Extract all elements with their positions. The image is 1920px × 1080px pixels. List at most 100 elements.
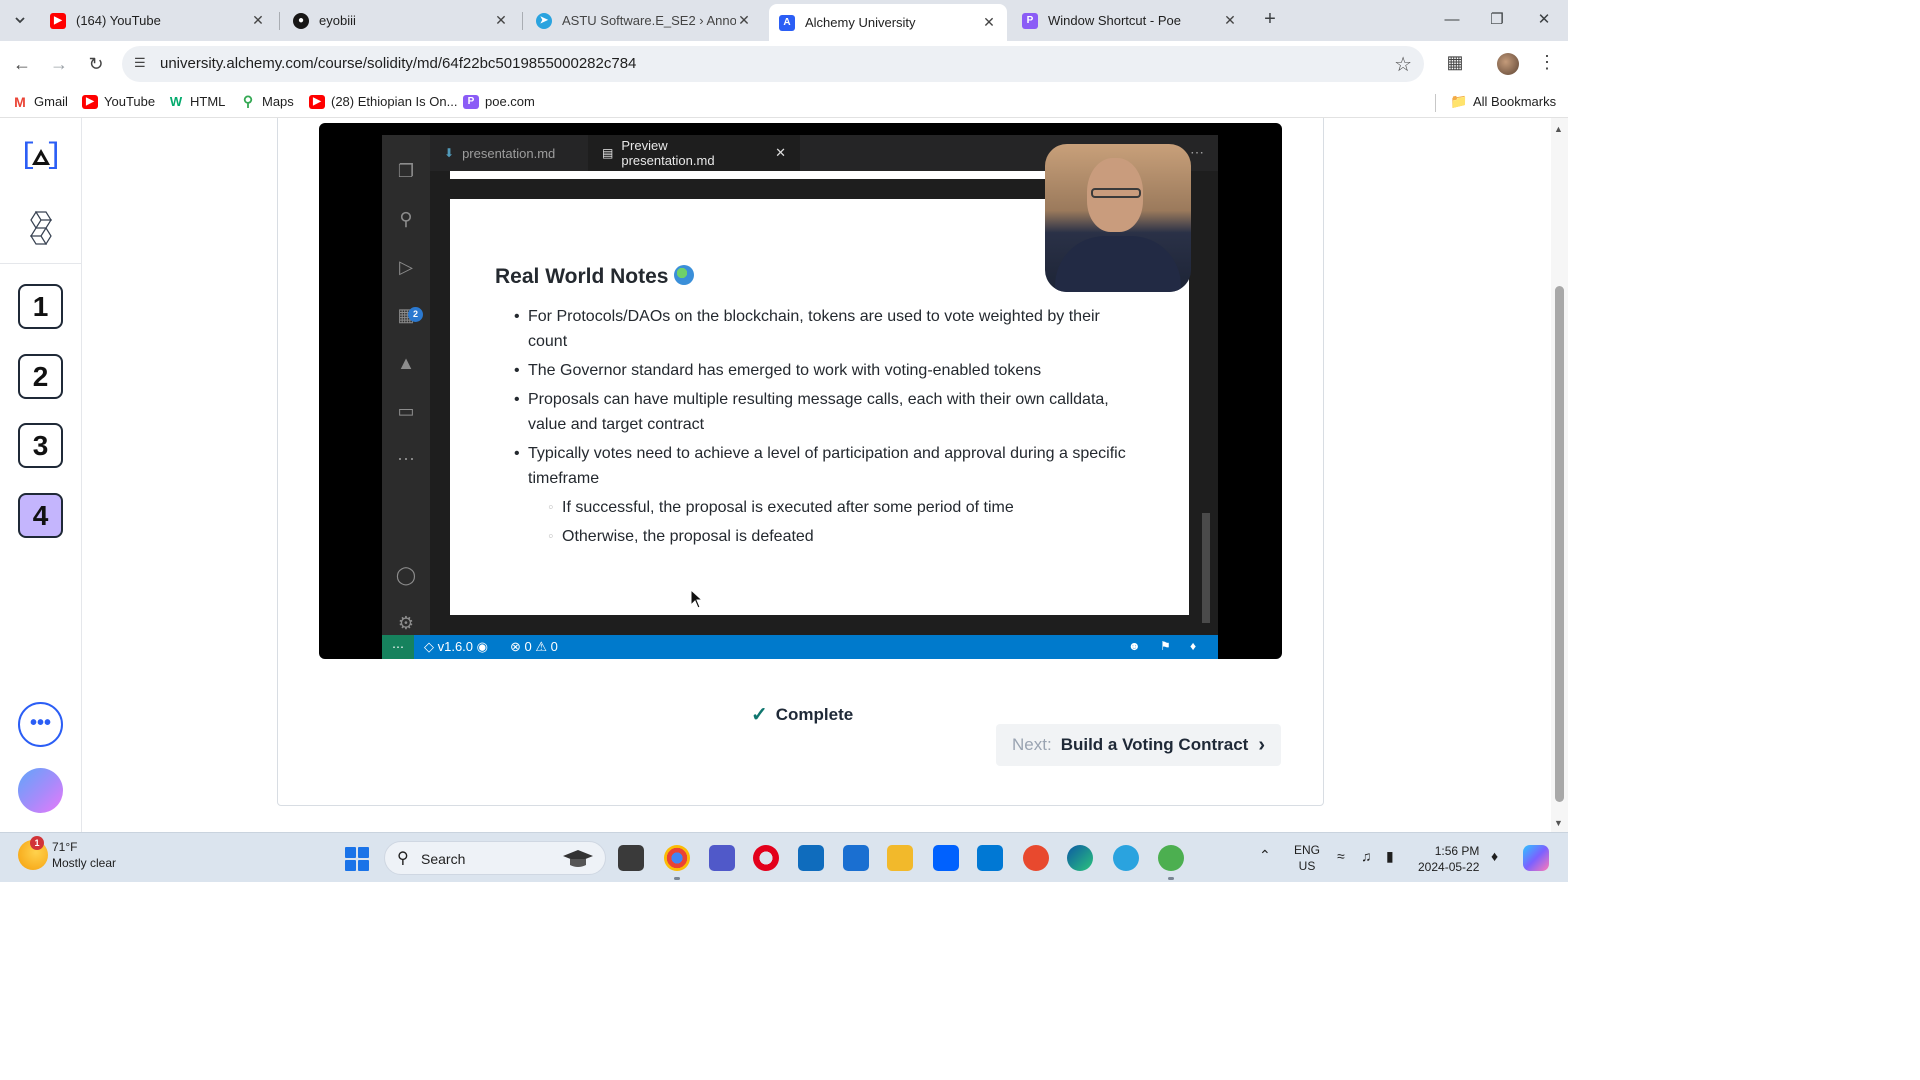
- minimize-button[interactable]: —: [1440, 8, 1464, 32]
- new-tab-button[interactable]: +: [1258, 8, 1282, 32]
- system-clock[interactable]: 1:56 PM 2024-05-22: [1418, 843, 1479, 875]
- volume-icon[interactable]: ♫: [1361, 848, 1372, 864]
- step-1-button[interactable]: 1: [18, 284, 63, 329]
- close-window-button[interactable]: ✕: [1532, 8, 1556, 32]
- bookmark-poe[interactable]: P poe.com: [463, 94, 535, 109]
- bookmarks-bar: M Gmail ▶ YouTube W HTML ⚲ Maps ▶ (28) E…: [0, 87, 1568, 118]
- bookmark-html[interactable]: W HTML: [168, 94, 225, 109]
- complete-button[interactable]: ✓ Complete: [751, 702, 853, 727]
- edge-icon[interactable]: [1067, 845, 1093, 871]
- scroll-up-icon[interactable]: ▲: [1554, 124, 1563, 134]
- tab-telegram[interactable]: ➤ ASTU Software.E_SE2 › Announc ✕: [526, 4, 762, 37]
- account-icon: ◯: [395, 565, 417, 585]
- all-bookmarks-button[interactable]: 📁 All Bookmarks: [1450, 93, 1557, 109]
- sidebar-divider: [0, 263, 82, 264]
- taskbar-search[interactable]: ⚲ Search: [384, 841, 606, 875]
- weather-sun-icon: 1: [18, 836, 48, 870]
- copilot-icon[interactable]: [1523, 845, 1549, 871]
- settings-gear-icon: ⚙: [397, 613, 415, 633]
- close-tab-icon[interactable]: ✕: [736, 12, 752, 29]
- bookmark-youtube[interactable]: ▶ YouTube: [82, 94, 155, 109]
- presenter-glasses: [1091, 188, 1141, 198]
- vscode-icon[interactable]: [977, 845, 1003, 871]
- check-icon: ✓: [751, 704, 768, 726]
- gmail-icon: M: [12, 94, 28, 110]
- forward-button[interactable]: →: [45, 50, 73, 78]
- weather-temp: 71°F: [52, 840, 78, 854]
- dropbox-icon[interactable]: [933, 845, 959, 871]
- slide-bullets: For Protocols/DAOs on the blockchain, to…: [514, 304, 1134, 553]
- terraform-icon: ▲: [397, 353, 415, 373]
- step-3-button[interactable]: 3: [18, 423, 63, 468]
- user-avatar[interactable]: [18, 768, 63, 813]
- tab-alchemy-university[interactable]: A Alchemy University ✕: [769, 4, 1007, 41]
- utorrent-icon[interactable]: [1158, 845, 1184, 871]
- close-tab-icon[interactable]: ✕: [1222, 12, 1238, 29]
- windows-start-icon[interactable]: [345, 847, 369, 871]
- tab-poe[interactable]: P Window Shortcut - Poe ✕: [1012, 4, 1248, 37]
- clock-date: 2024-05-22: [1418, 860, 1480, 874]
- bookmark-gmail[interactable]: M Gmail: [12, 94, 68, 110]
- telegram-icon[interactable]: [1113, 845, 1139, 871]
- solidity-icon[interactable]: [27, 211, 55, 245]
- more-menu-icon[interactable]: ⋮: [1535, 52, 1559, 76]
- remote-icon: ⋯: [382, 635, 414, 659]
- close-tab-icon[interactable]: ✕: [981, 14, 997, 31]
- alchemy-logo[interactable]: [ ]: [19, 140, 63, 174]
- telegram-icon: ➤: [536, 12, 552, 29]
- mywifi-icon[interactable]: [843, 845, 869, 871]
- scroll-down-icon[interactable]: ▼: [1554, 818, 1563, 828]
- url-text[interactable]: university.alchemy.com/course/solidity/m…: [160, 55, 636, 72]
- poe-icon: P: [1022, 12, 1038, 29]
- step-2-button[interactable]: 2: [18, 354, 63, 399]
- bookmark-maps[interactable]: ⚲ Maps: [240, 93, 294, 109]
- notification-bell-icon[interactable]: ♦: [1491, 848, 1498, 864]
- preview-icon: ▤: [602, 146, 614, 160]
- close-tab-icon[interactable]: ✕: [250, 12, 266, 29]
- tab-title: ASTU Software.E_SE2 › Announc: [562, 13, 736, 28]
- wps-icon[interactable]: [1023, 845, 1049, 871]
- tab-github[interactable]: ● eyobiii ✕: [283, 4, 519, 37]
- opera-icon[interactable]: [753, 845, 779, 871]
- lesson-video[interactable]: ❐ ⚲ ▷ ▦ 2 ▲ ▭ ⋯ ◯ ⚙ ⬇ presentation.md ▤ …: [319, 123, 1282, 659]
- file-explorer-icon[interactable]: [887, 845, 913, 871]
- close-tab-icon[interactable]: ✕: [493, 12, 509, 29]
- language-indicator[interactable]: ENG US: [1294, 842, 1320, 874]
- bookmark-ethiopian[interactable]: ▶ (28) Ethiopian Is On...: [309, 94, 457, 109]
- more-options-button[interactable]: •••: [18, 702, 63, 747]
- tab-search-menu-button[interactable]: [8, 8, 32, 32]
- all-bookmarks-label: All Bookmarks: [1473, 94, 1557, 109]
- bookmark-star-icon[interactable]: ☆: [1394, 52, 1412, 77]
- editor-tab-presentation: ⬇ presentation.md: [430, 135, 588, 171]
- wifi-icon[interactable]: ≈: [1337, 848, 1345, 864]
- chrome-icon[interactable]: [664, 845, 690, 871]
- reload-button[interactable]: ↻: [82, 50, 110, 78]
- page-scrollbar[interactable]: ▲ ▼: [1551, 118, 1568, 832]
- extensions-icon[interactable]: ▦: [1443, 52, 1467, 76]
- site-info-icon[interactable]: ☰: [134, 55, 152, 73]
- restore-button[interactable]: ❐: [1485, 8, 1509, 32]
- language-region: US: [1298, 859, 1316, 873]
- task-view-icon[interactable]: [618, 845, 644, 871]
- status-version: ◇ v1.6.0 ◉: [424, 639, 488, 654]
- poe-icon: P: [463, 94, 479, 109]
- vscode-status-bar: ⋯ ◇ v1.6.0 ◉ ⊗ 0 ⚠ 0 ☻ ⚑ ♦: [382, 635, 1218, 659]
- search-placeholder: Search: [421, 851, 466, 867]
- scrollbar-thumb[interactable]: [1555, 286, 1564, 802]
- tab-youtube[interactable]: ▶ (164) YouTube ✕: [40, 4, 276, 37]
- vscode-activity-bar: ❐ ⚲ ▷ ▦ 2 ▲ ▭ ⋯ ◯ ⚙: [382, 135, 430, 635]
- tray-overflow-icon[interactable]: ⌃: [1259, 847, 1271, 864]
- weather-widget[interactable]: 1 71°F Mostly clear: [18, 836, 116, 871]
- profile-avatar[interactable]: [1497, 53, 1519, 75]
- step-4-button[interactable]: 4: [18, 493, 63, 538]
- teams-icon[interactable]: [709, 845, 735, 871]
- tab-title: Window Shortcut - Poe: [1048, 13, 1181, 28]
- bookmark-label: Maps: [262, 94, 294, 109]
- address-bar[interactable]: ☰ university.alchemy.com/course/solidity…: [122, 46, 1424, 82]
- next-lesson-button[interactable]: Next: Build a Voting Contract ›: [996, 724, 1281, 766]
- page-content: [ ] 1 2 3 4 ••• ❐ ⚲ ▷ ▦ 2 ▲ ▭ ⋯ ◯ ⚙ ⬇ pr…: [0, 118, 1568, 832]
- battery-icon[interactable]: ▮: [1386, 848, 1394, 865]
- mail-icon[interactable]: [798, 845, 824, 871]
- editor-scrollbar: [1202, 513, 1210, 623]
- back-button[interactable]: ←: [8, 50, 36, 78]
